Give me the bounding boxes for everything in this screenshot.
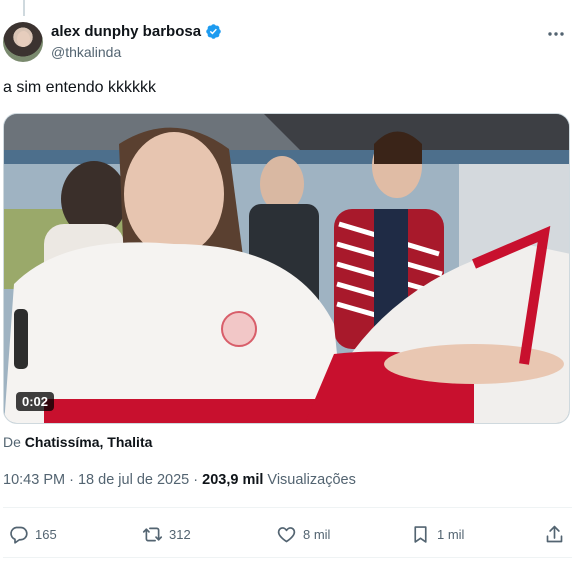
like-button[interactable]: 8 mil <box>276 524 330 545</box>
tweet-text: a sim entendo kkkkkk <box>3 79 156 96</box>
reply-count: 165 <box>35 526 57 542</box>
source-name-link[interactable]: Chatissíma, Thalita <box>25 434 153 450</box>
reply-button[interactable]: 165 <box>8 524 57 545</box>
video-source-attribution: De Chatissíma, Thalita <box>3 434 152 450</box>
author-display-name[interactable]: alex dunphy barbosa <box>51 23 201 40</box>
video-timestamp-badge: 0:02 <box>16 392 55 411</box>
more-dots-icon <box>548 32 564 36</box>
reply-icon <box>10 526 28 544</box>
more-options-button[interactable] <box>544 22 568 46</box>
divider-bottom <box>3 557 572 558</box>
author-handle[interactable]: @thkalinda <box>51 44 121 60</box>
tweet-meta: 10:43 PM · 18 de jul de 2025 · 203,9 mil… <box>3 472 356 488</box>
bookmark-count: 1 mil <box>437 526 465 542</box>
views-label: Visualizações <box>267 472 356 488</box>
action-bar: 165 312 8 mil 1 mil <box>3 515 572 553</box>
tweet-date[interactable]: 18 de jul de 2025 <box>78 472 189 488</box>
video-player[interactable]: 0:02 <box>3 113 570 424</box>
share-icon <box>546 525 563 542</box>
tweet-header: alex dunphy barbosa @thkalinda <box>3 20 572 66</box>
views-count: 203,9 mil <box>202 472 264 488</box>
thread-connector-line <box>23 0 25 16</box>
separator-dot: · <box>193 472 203 488</box>
verified-badge-icon <box>206 24 221 39</box>
heart-icon <box>277 526 296 542</box>
repost-button[interactable]: 312 <box>142 524 191 545</box>
like-count: 8 mil <box>303 526 331 542</box>
avatar[interactable] <box>3 22 43 62</box>
divider-top <box>3 507 572 508</box>
source-prefix: De <box>3 434 25 450</box>
repost-icon <box>142 527 163 541</box>
share-button[interactable] <box>544 524 565 545</box>
repost-count: 312 <box>169 526 191 542</box>
separator-dot: · <box>69 472 78 488</box>
bookmark-button[interactable]: 1 mil <box>410 524 464 545</box>
tweet-time[interactable]: 10:43 PM <box>3 472 65 488</box>
author-name-row[interactable]: alex dunphy barbosa <box>51 23 222 40</box>
bookmark-icon <box>414 525 427 543</box>
video-frame-image <box>4 114 569 423</box>
